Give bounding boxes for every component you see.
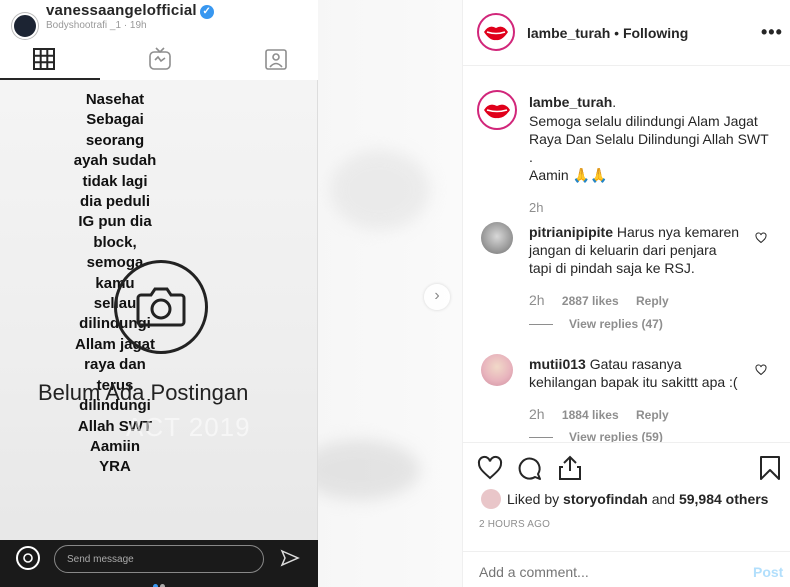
avatar[interactable] bbox=[481, 354, 513, 386]
post-media[interactable]: vanessaangelofficial ✓ Bodyshootrafi _1 ·… bbox=[0, 0, 462, 587]
caption-text: Semoga selalu dilindungi Alam Jagat Raya… bbox=[529, 113, 769, 183]
send-icon bbox=[280, 549, 300, 567]
comment-likes[interactable]: 2887 likes bbox=[562, 294, 619, 308]
profile-header: vanessaangelofficial ✓ Bodyshootrafi _1 ·… bbox=[0, 0, 318, 40]
post-header: lambe_turah • Following ••• bbox=[463, 0, 790, 66]
view-replies[interactable]: View replies (59) bbox=[529, 430, 663, 442]
comment-meta: 2h 1884 likes Reply bbox=[529, 406, 669, 422]
liker-avatar[interactable] bbox=[481, 489, 501, 509]
likes-others-link[interactable]: 59,984 others bbox=[679, 491, 769, 507]
profile-tabs bbox=[0, 40, 318, 80]
more-icon[interactable]: ••• bbox=[761, 22, 783, 43]
following-button[interactable]: Following bbox=[623, 25, 688, 41]
comment-likes[interactable]: 1884 likes bbox=[562, 408, 619, 422]
comment-text: pitrianipipite Harus nya kemaren jangan … bbox=[529, 224, 740, 276]
bookmark-icon[interactable] bbox=[757, 455, 783, 481]
comment-heart-icon[interactable] bbox=[755, 364, 767, 376]
liker-username[interactable]: storyofindah bbox=[563, 491, 648, 507]
comment-heart-icon[interactable] bbox=[755, 232, 767, 244]
story-username: vanessaangelofficial ✓ bbox=[46, 2, 214, 19]
post-button[interactable]: Post bbox=[753, 564, 783, 580]
watermark-text: ACT 2019 bbox=[126, 412, 251, 442]
caption-avatar[interactable] bbox=[477, 90, 517, 130]
separator: • bbox=[614, 25, 620, 41]
grid-icon bbox=[33, 48, 55, 70]
post-panel: lambe_turah • Following ••• lambe_turah.… bbox=[462, 0, 790, 587]
heart-icon[interactable] bbox=[477, 455, 503, 481]
post-timestamp[interactable]: 2 HOURS AGO bbox=[479, 519, 550, 530]
view-replies[interactable]: View replies (47) bbox=[529, 317, 663, 331]
story-subtitle: Bodyshootrafi _1 · 19h bbox=[46, 20, 147, 31]
camera-icon bbox=[16, 546, 40, 570]
add-comment-bar: Post bbox=[463, 551, 790, 587]
chevron-right-icon[interactable]: › bbox=[424, 284, 450, 310]
caption-time: 2h bbox=[529, 200, 544, 215]
active-tab-indicator bbox=[0, 78, 100, 80]
post-actions: Liked by storyofindah and 59,984 others … bbox=[463, 442, 790, 587]
avatar[interactable] bbox=[481, 222, 513, 254]
comment-username[interactable]: mutii013 bbox=[529, 356, 586, 372]
comment-time: 2h bbox=[529, 292, 545, 308]
share-icon[interactable] bbox=[557, 455, 583, 481]
add-comment-input[interactable] bbox=[479, 564, 719, 580]
comment-username[interactable]: pitrianipipite bbox=[529, 224, 613, 240]
author-username-link[interactable]: lambe_turah bbox=[527, 25, 610, 41]
comment-icon[interactable] bbox=[517, 455, 543, 481]
author-avatar[interactable] bbox=[477, 13, 515, 51]
no-posts-label: Belum Ada Postingan bbox=[38, 380, 249, 405]
camera-circle-icon bbox=[114, 260, 208, 354]
verified-icon: ✓ bbox=[199, 5, 214, 19]
avatar bbox=[12, 13, 38, 39]
tagged-icon bbox=[265, 49, 287, 70]
likes-summary: Liked by storyofindah and 59,984 others bbox=[507, 491, 769, 507]
carousel-dots bbox=[152, 576, 166, 587]
send-message-input: Send message bbox=[54, 545, 264, 573]
comment-meta: 2h 2887 likes Reply bbox=[529, 292, 669, 308]
reply-button[interactable]: Reply bbox=[636, 294, 669, 308]
reply-button[interactable]: Reply bbox=[636, 408, 669, 422]
comment-text: mutii013 Gatau rasanya kehilangan bapak … bbox=[529, 356, 738, 390]
story-screenshot: vanessaangelofficial ✓ Bodyshootrafi _1 ·… bbox=[0, 0, 318, 587]
comment-time: 2h bbox=[529, 406, 545, 422]
caption-username: lambe_turah. bbox=[529, 94, 617, 110]
comments-list[interactable]: lambe_turah. Semoga selalu dilindungi Al… bbox=[463, 66, 790, 442]
author-username: lambe_turah • Following bbox=[527, 25, 688, 41]
caption-username-link[interactable]: lambe_turah bbox=[529, 94, 612, 110]
igtv-icon bbox=[149, 47, 171, 70]
